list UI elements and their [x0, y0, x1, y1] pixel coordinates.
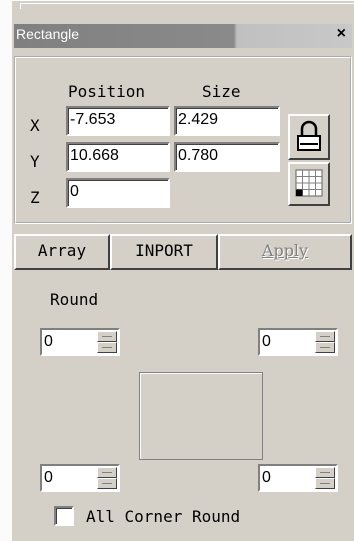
- close-button[interactable]: ×: [337, 25, 346, 43]
- spin-down-icon[interactable]: [315, 478, 335, 489]
- y-size-field[interactable]: 0.780: [174, 142, 280, 172]
- apply-button[interactable]: Apply: [218, 234, 352, 270]
- panel-top-edge: [12, 0, 354, 22]
- anchor-grid-button[interactable]: [288, 162, 330, 206]
- array-button[interactable]: Array: [14, 234, 110, 270]
- corner-preview: [139, 372, 263, 460]
- position-header: Position: [68, 82, 146, 101]
- apply-label: Apply: [261, 241, 309, 260]
- spin-up-icon[interactable]: [315, 331, 335, 342]
- rectangle-panel: Rectangle × Position Size X -7.653 2.429…: [12, 0, 354, 541]
- round-top-left-spinner[interactable]: 0: [40, 328, 120, 356]
- all-corner-round-checkbox[interactable]: [54, 506, 74, 526]
- round-top-right-spinner[interactable]: 0: [258, 328, 338, 356]
- padlock-icon: [297, 120, 321, 151]
- spin-up-icon[interactable]: [315, 467, 335, 478]
- anchor-grid-icon: [295, 169, 323, 197]
- spin-up-icon[interactable]: [97, 467, 117, 478]
- import-button[interactable]: INPORT: [110, 234, 218, 270]
- spin-down-icon[interactable]: [97, 342, 117, 353]
- z-label: Z: [30, 188, 40, 207]
- x-position-field[interactable]: -7.653: [66, 106, 170, 136]
- size-header: Size: [202, 82, 241, 101]
- lock-aspect-button[interactable]: [288, 114, 330, 160]
- y-label: Y: [30, 152, 40, 171]
- round-bottom-left-spinner[interactable]: 0: [40, 464, 120, 492]
- round-bottom-left-value: 0: [44, 469, 53, 486]
- z-position-field[interactable]: 0: [66, 178, 170, 208]
- round-bottom-right-spinner[interactable]: 0: [258, 464, 338, 492]
- spin-down-icon[interactable]: [315, 342, 335, 353]
- round-top-left-value: 0: [44, 333, 53, 350]
- x-label: X: [30, 116, 40, 135]
- title-bar[interactable]: Rectangle ×: [14, 24, 352, 48]
- x-size-field[interactable]: 2.429: [174, 106, 280, 136]
- round-bottom-right-value: 0: [262, 469, 271, 486]
- spin-down-icon[interactable]: [97, 478, 117, 489]
- y-position-field[interactable]: 10.668: [66, 142, 170, 172]
- window-title: Rectangle: [16, 26, 80, 42]
- all-corner-round-label: All Corner Round: [86, 507, 241, 526]
- round-label: Round: [50, 290, 99, 309]
- spin-up-icon[interactable]: [97, 331, 117, 342]
- round-top-right-value: 0: [262, 333, 271, 350]
